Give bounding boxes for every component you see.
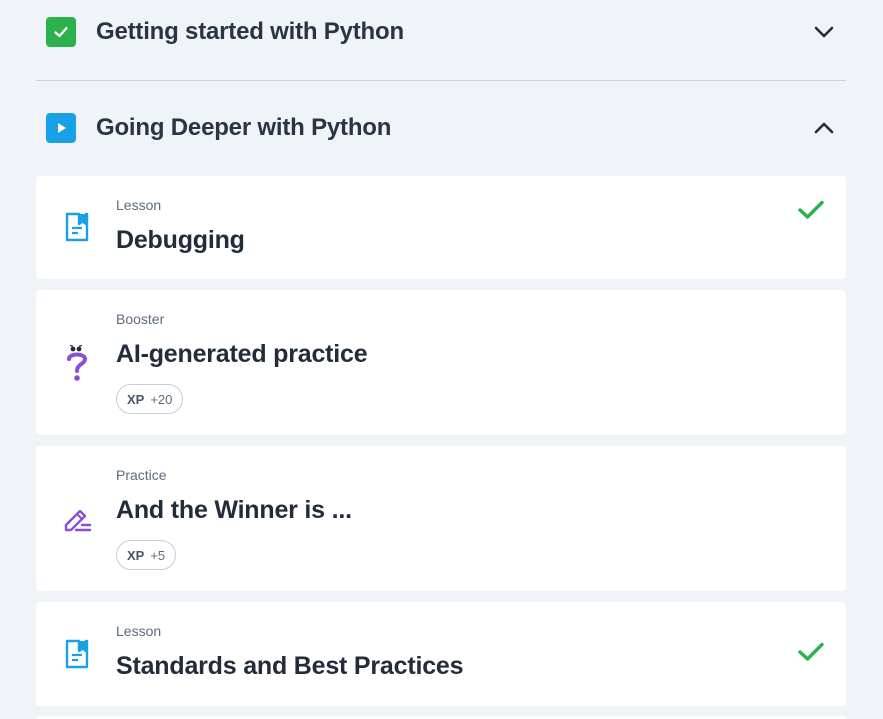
booster-card-ai-practice[interactable]: Booster AI-generated practice XP +20 xyxy=(36,290,846,435)
completed-check-icon xyxy=(796,195,826,225)
item-kind: Booster xyxy=(116,311,165,327)
section-title: Getting started with Python xyxy=(96,18,404,45)
section-going-deeper[interactable]: Going Deeper with Python xyxy=(36,110,846,146)
divider xyxy=(36,80,846,81)
section-title: Going Deeper with Python xyxy=(96,114,392,141)
play-icon xyxy=(46,113,76,143)
item-kind: Lesson xyxy=(116,623,162,639)
lesson-document-icon xyxy=(62,637,92,671)
xp-value: +5 xyxy=(150,547,166,563)
item-title: And the Winner is ... xyxy=(116,496,352,524)
item-title: Debugging xyxy=(116,226,245,254)
check-icon xyxy=(46,17,76,47)
chevron-up-icon[interactable] xyxy=(812,116,836,140)
course-outline: Getting started with Python Going Deeper… xyxy=(0,0,883,719)
xp-badge: XP +5 xyxy=(116,540,177,570)
lesson-document-icon xyxy=(62,210,92,244)
question-mark-icon xyxy=(62,344,92,381)
chevron-down-icon[interactable] xyxy=(812,20,836,44)
completed-check-icon xyxy=(796,637,826,667)
lesson-card-standards[interactable]: Lesson Standards and Best Practices xyxy=(36,602,846,706)
section-getting-started[interactable]: Getting started with Python xyxy=(36,14,846,50)
xp-value: +20 xyxy=(150,391,173,407)
item-title: Standards and Best Practices xyxy=(116,652,464,680)
practice-card-winner[interactable]: Practice And the Winner is ... XP +5 xyxy=(36,446,846,591)
pencil-icon xyxy=(62,502,92,536)
xp-label: XP xyxy=(127,547,145,563)
xp-label: XP xyxy=(127,391,145,407)
item-kind: Lesson xyxy=(116,197,162,213)
item-title: AI-generated practice xyxy=(116,340,368,368)
xp-badge: XP +20 xyxy=(116,384,184,414)
lesson-card-debugging[interactable]: Lesson Debugging xyxy=(36,176,846,279)
item-kind: Practice xyxy=(116,467,167,483)
